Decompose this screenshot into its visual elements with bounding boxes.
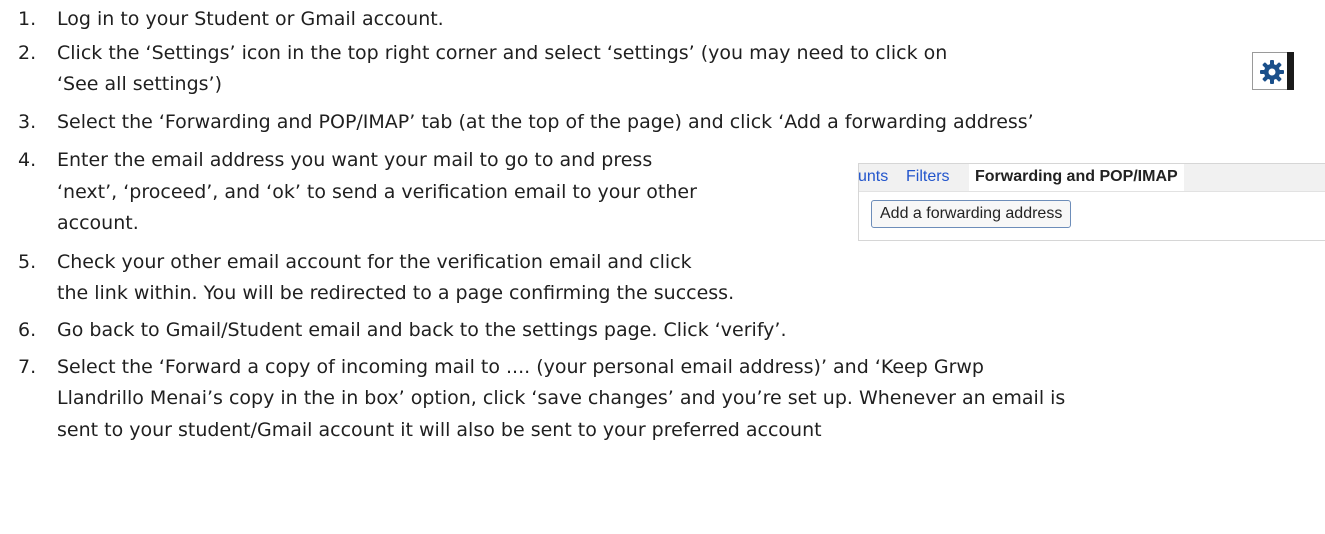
settings-tab-bar: unts Filters Forwarding and POP/IMAP [858,164,1325,192]
step-text: account. [57,212,139,234]
step-text: sent to your student/Gmail account it wi… [57,419,822,441]
tab-forwarding-pop-imap[interactable]: Forwarding and POP/IMAP [969,164,1184,191]
icon-shadow [1287,52,1294,90]
step-number: 3. [18,111,37,133]
add-forwarding-address-button[interactable]: Add a forwarding address [871,200,1072,228]
step-text: ‘next’, ‘proceed’, and ‘ok’ to send a ve… [57,181,697,203]
step-text: Select the ‘Forwarding and POP/IMAP’ tab… [57,111,1034,133]
step-text: Check your other email account for the v… [57,251,692,273]
step-text: Enter the email address you want your ma… [57,149,653,171]
tab-accounts[interactable]: unts [858,168,888,186]
step-number: 6. [18,319,37,341]
step-text: ‘See all settings’) [57,73,222,95]
step-text: Select the ‘Forward a copy of incoming m… [57,356,984,378]
step-number: 7. [18,356,37,378]
step-number: 4. [18,149,37,171]
step-number: 5. [18,251,37,273]
step-text: Llandrillo Menai’s copy in the in box’ o… [57,387,1066,409]
forwarding-settings-image: unts Filters Forwarding and POP/IMAP Add… [858,163,1325,241]
step-text: the link within. You will be redirected … [57,282,735,304]
step-text: Go back to Gmail/Student email and back … [57,319,787,341]
step-text: Log in to your Student or Gmail account. [57,8,444,30]
step-text: Click the ‘Settings’ icon in the top rig… [57,42,948,64]
step-number: 1. [18,8,37,30]
step-number: 2. [18,42,37,64]
settings-icon-image [1252,52,1294,90]
tab-filters[interactable]: Filters [906,168,950,186]
